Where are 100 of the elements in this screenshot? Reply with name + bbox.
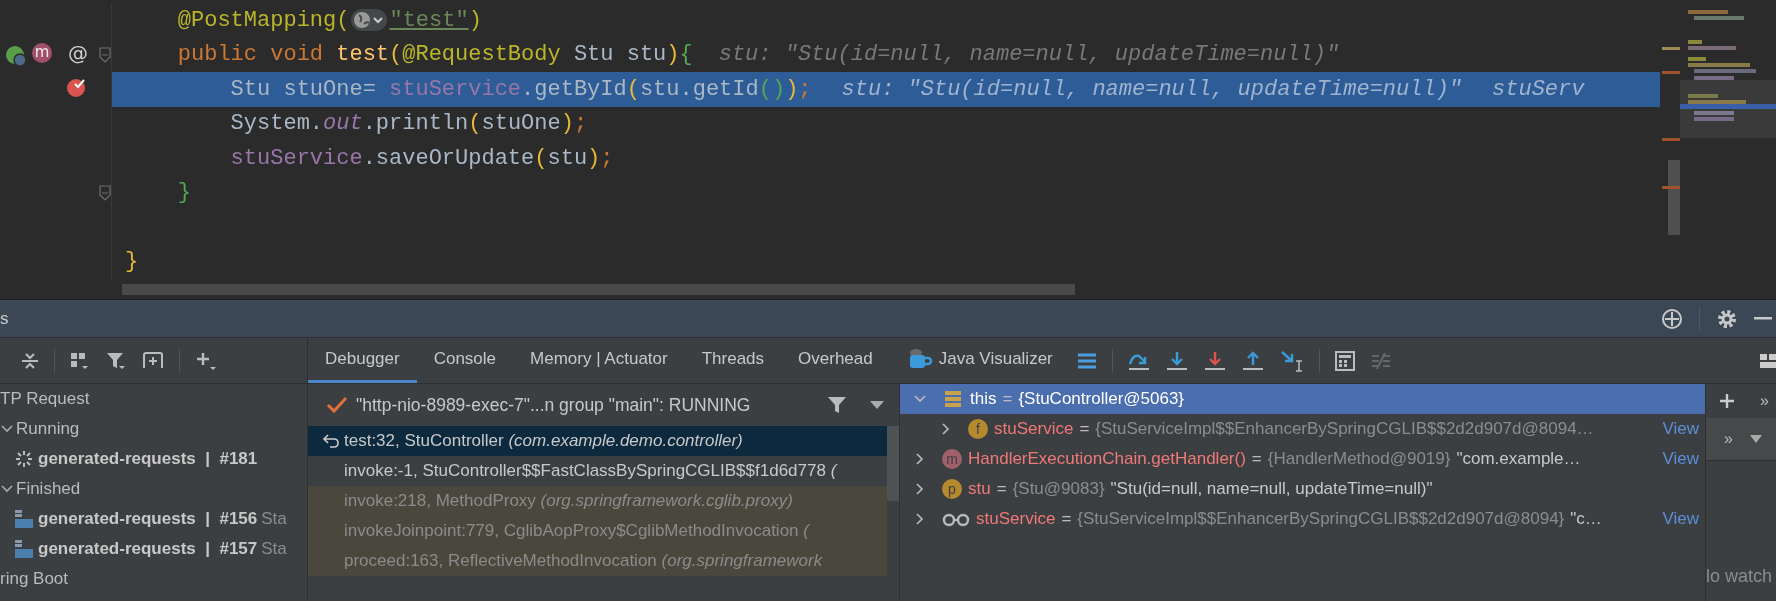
variable-row[interactable]: m HandlerExecutionChain.getHandler() = {HandlerMethod@9019} "com.example… View: [900, 444, 1705, 474]
service-tree-item[interactable]: TP Request: [0, 384, 307, 414]
endpoint-icon[interactable]: [5, 44, 27, 67]
breakpoint-icon[interactable]: [66, 76, 88, 98]
thread-name: "http-nio-8989-exec-7"...n group "main": RUNNING: [356, 394, 751, 416]
collapse-all-icon[interactable]: [20, 350, 40, 371]
horizontal-scrollbar[interactable]: [122, 284, 1075, 295]
debugger-tab[interactable]: Threads: [684, 338, 782, 383]
annotation-icon[interactable]: @: [68, 40, 88, 65]
add-icon[interactable]: [1718, 392, 1736, 410]
code-token: @PostMapping(: [176, 7, 350, 33]
view-link[interactable]: View: [1654, 419, 1699, 439]
variable-name: stuService: [976, 509, 1056, 529]
variable-value: {Stu@9083}: [1012, 479, 1105, 499]
debugger-tab[interactable]: Console: [416, 338, 514, 383]
tool-window-title: s: [0, 308, 9, 329]
settings-icon[interactable]: [1716, 307, 1738, 330]
variable-type-icon: m: [942, 449, 962, 469]
debugger-tab[interactable]: Memory | Actuator: [513, 338, 685, 383]
code-token: .println: [362, 111, 469, 137]
variable-type-icon: p: [942, 479, 962, 499]
spinner-icon: [14, 449, 34, 469]
request-file-icon: [14, 509, 34, 529]
stack-frame[interactable]: test:32, StuController (com.example.demo.controller): [308, 426, 887, 456]
debugger-tab[interactable]: Java Visualizer: [889, 338, 1070, 383]
globe-dropdown-icon[interactable]: [351, 9, 388, 32]
fold-icon[interactable]: [99, 46, 111, 63]
code-token: System.: [229, 111, 324, 137]
bean-icon[interactable]: m: [32, 42, 52, 63]
variable-name: stuService: [994, 419, 1074, 439]
dropdown-icon[interactable]: [869, 400, 885, 410]
more-icon[interactable]: »: [1760, 392, 1769, 410]
inline-value-hint: stu: "Stu(id=null, name=null, updateTime=null)": [718, 42, 1340, 68]
force-step-into-icon[interactable]: [1202, 349, 1227, 372]
code-token: .getById: [521, 76, 627, 102]
code-token: Stu stu: [572, 42, 667, 68]
variable-value: {StuController@5063}: [1018, 389, 1185, 409]
variable-row[interactable]: p stu = {Stu@9083} "Stu(id=null, name=null, updateTime=null)": [900, 474, 1705, 504]
tree-item-label: generated-requests | #181: [38, 449, 258, 469]
status-text: Sta: [261, 509, 287, 529]
view-link[interactable]: View: [1654, 509, 1699, 529]
tree-item-label: Finished: [16, 479, 81, 499]
tree-item-label: generated-requests | #157: [38, 539, 258, 559]
calculator-icon[interactable]: [1333, 349, 1356, 372]
variable-name: HandlerExecutionChain.getHandler(): [968, 449, 1246, 469]
frames-scrollbar[interactable]: [887, 426, 899, 501]
code-token: }: [176, 180, 191, 206]
return-icon: [322, 433, 340, 449]
status-text: Sta: [261, 539, 287, 559]
service-tree-item[interactable]: generated-requests | #157 Sta: [0, 534, 307, 564]
variable-type-icon: f: [968, 419, 988, 439]
frame-text: invokeJoinpoint:779, CglibAopProxy$CglibMethodInvocation (: [344, 521, 809, 541]
variable-name: stu: [968, 479, 991, 499]
frame-text: test:32, StuController (com.example.demo.controller): [344, 431, 743, 451]
variable-row[interactable]: stuService = {StuServiceImpl$$EnhancerBySpringCGLIB$$2d2d907d@8094} "c… View: [900, 504, 1705, 534]
code-token: (: [534, 145, 548, 171]
scrollbar-thumb[interactable]: [1668, 160, 1680, 235]
variable-value: {StuServiceImpl$$EnhancerBySpringCGLIB$$2d2d907d@8094…: [1095, 419, 1594, 439]
filter-icon[interactable]: [827, 395, 847, 415]
check-icon: [326, 395, 348, 415]
fold-icon[interactable]: [99, 184, 111, 201]
code-token: ;: [798, 76, 812, 102]
view-link[interactable]: View: [1654, 449, 1699, 469]
variable-string: "com.example…: [1456, 449, 1581, 469]
minimize-icon[interactable]: [1754, 316, 1772, 321]
code-token: ;: [600, 145, 614, 171]
variable-name: this: [970, 389, 997, 409]
request-file-icon: [14, 539, 34, 559]
code-token: "test": [389, 7, 469, 33]
code-token: out: [323, 111, 363, 137]
code-token: stuService: [389, 76, 522, 102]
variable-value: {StuServiceImpl$$EnhancerBySpringCGLIB$$2d2d907d@8094}: [1077, 509, 1565, 529]
step-out-icon[interactable]: [1240, 349, 1265, 372]
more-tabs-icon[interactable]: »: [1724, 430, 1733, 448]
code-token: @RequestBody: [402, 42, 561, 68]
equals-sign: =: [1079, 419, 1090, 439]
dropdown-icon[interactable]: [1748, 434, 1763, 444]
equals-sign: =: [1061, 509, 1072, 529]
variable-row[interactable]: f stuService = {StuServiceImpl$$EnhancerBySpringCGLIB$$2d2d907d@8094… View: [900, 414, 1705, 444]
code-token: ): [468, 7, 482, 33]
inline-value-hint: stu: "Stu(id=null, name=null, updateTime=null)": [841, 76, 1463, 102]
code-token: Stu stuOne=: [229, 76, 377, 102]
service-tree-item[interactable]: Running: [0, 414, 307, 444]
debugger-tab[interactable]: Debugger: [308, 338, 417, 383]
thread-selector[interactable]: "http-nio-8989-exec-7"...n group "main": RUNNING: [308, 384, 899, 426]
code-token: (: [626, 76, 640, 102]
tree-item-label: TP Request: [0, 389, 90, 409]
step-into-icon[interactable]: [1164, 349, 1189, 372]
service-tree-item[interactable]: generated-requests | #181: [0, 444, 307, 474]
service-tree-item[interactable]: ring Boot: [0, 564, 307, 594]
equals-sign: =: [1002, 389, 1013, 409]
code-token: (: [468, 111, 482, 137]
variable-row[interactable]: this = {StuController@5063}: [900, 384, 1705, 414]
service-tree-item[interactable]: Finished: [0, 474, 307, 504]
crosshair-icon[interactable]: [1661, 307, 1683, 330]
debugger-tab[interactable]: Overhead: [781, 338, 890, 383]
stack-frame[interactable]: invoke:-1, StuController$$FastClassBySpringCGLIB$$f1d6d778 (: [308, 456, 887, 486]
service-tree-item[interactable]: generated-requests | #156 Sta: [0, 504, 307, 534]
code-token: stu: [547, 145, 588, 171]
code-token: (: [389, 42, 403, 68]
